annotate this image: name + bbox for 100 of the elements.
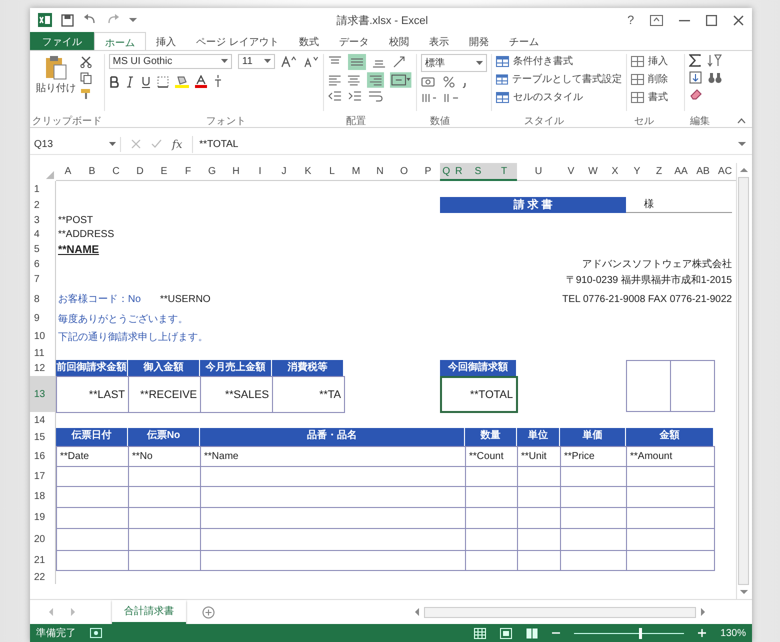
ribbon-tab[interactable]: 数式 <box>288 32 329 50</box>
column-header[interactable]: H <box>224 163 248 181</box>
shrink-font-icon[interactable] <box>303 56 319 68</box>
column-header[interactable]: X <box>604 163 626 181</box>
column-header[interactable]: AB <box>692 163 714 181</box>
scroll-thumb[interactable] <box>738 177 749 585</box>
row-header[interactable]: 20 <box>30 528 56 550</box>
help-button[interactable]: ? <box>627 13 634 27</box>
column-header[interactable]: N <box>368 163 392 181</box>
scroll-left-icon[interactable] <box>414 608 420 616</box>
scroll-up-icon[interactable] <box>740 167 748 173</box>
macro-record-icon[interactable] <box>90 628 102 638</box>
fill-color-icon[interactable] <box>174 75 189 88</box>
column-header[interactable]: C <box>104 163 128 181</box>
copy-icon[interactable] <box>80 72 92 84</box>
scissors-icon[interactable] <box>80 56 92 68</box>
page-layout-icon[interactable] <box>500 628 512 638</box>
row-header[interactable]: 14 <box>30 412 56 428</box>
row-header[interactable]: 11 <box>30 346 56 360</box>
cells-menu-item[interactable]: 挿入 <box>630 54 680 68</box>
column-header[interactable]: F <box>176 163 200 181</box>
page-break-icon[interactable] <box>526 628 538 638</box>
column-header[interactable]: W <box>582 163 604 181</box>
ribbon-display-icon[interactable] <box>650 14 663 26</box>
row-header[interactable]: 1 <box>30 181 56 197</box>
column-header[interactable]: I <box>248 163 272 181</box>
ribbon-tab[interactable]: データ <box>328 32 379 50</box>
name-box[interactable]: Q13 <box>30 136 121 152</box>
binoculars-icon[interactable] <box>708 72 722 84</box>
dropdown-icon[interactable] <box>129 17 137 23</box>
column-header[interactable]: S <box>465 163 491 181</box>
phonetic-icon[interactable] <box>212 75 223 88</box>
collapse-ribbon-icon[interactable] <box>737 118 746 124</box>
row-header[interactable]: 18 <box>30 486 56 507</box>
undo-icon[interactable] <box>83 14 97 26</box>
italic-icon[interactable] <box>124 76 135 88</box>
row-header[interactable]: 5 <box>30 242 56 257</box>
formula-field[interactable]: **TOTAL <box>192 136 728 152</box>
font-name-field[interactable]: MS UI Gothic <box>108 54 232 69</box>
maximize-icon[interactable] <box>706 14 717 26</box>
ribbon-tab[interactable]: ホーム <box>94 32 146 50</box>
row-header[interactable]: 19 <box>30 507 56 528</box>
bold-icon[interactable] <box>108 76 119 88</box>
font-color-icon[interactable] <box>194 75 207 88</box>
zoom-in-icon[interactable] <box>698 629 706 637</box>
expand-icon[interactable] <box>738 141 746 147</box>
increase-decimal-icon[interactable] <box>420 92 437 104</box>
number-format-field[interactable]: 標準 <box>420 54 487 72</box>
align-middle-icon[interactable] <box>348 54 366 70</box>
column-header[interactable]: E <box>152 163 176 181</box>
align-right-icon[interactable] <box>366 72 384 88</box>
ribbon-tab[interactable]: チーム <box>498 32 549 50</box>
row-header[interactable]: 21 <box>30 550 56 570</box>
orientation-icon[interactable] <box>392 56 406 68</box>
file-tab[interactable]: ファイル <box>30 32 94 50</box>
row-header[interactable]: 3 <box>30 213 56 227</box>
slider-thumb[interactable] <box>639 628 642 638</box>
column-header[interactable]: G <box>200 163 224 181</box>
column-header[interactable]: J <box>272 163 296 181</box>
scroll-thumb[interactable] <box>424 606 696 618</box>
column-header[interactable]: A <box>56 163 80 181</box>
eraser-icon[interactable] <box>689 88 704 100</box>
column-header[interactable]: AA <box>670 163 692 181</box>
row-header[interactable]: 16 <box>30 446 56 466</box>
sum-icon[interactable] <box>689 54 702 67</box>
fill-icon[interactable] <box>689 71 702 84</box>
styles-menu-item[interactable]: テーブルとして書式設定 <box>496 72 622 86</box>
sheet-tab[interactable]: 合計請求書 <box>112 600 186 624</box>
align-center-icon[interactable] <box>347 74 361 86</box>
close-icon[interactable] <box>733 14 744 26</box>
row-header[interactable]: 6 <box>30 257 56 271</box>
column-header[interactable]: K <box>296 163 320 181</box>
ribbon-tab[interactable]: 挿入 <box>146 32 186 50</box>
column-header[interactable]: L <box>320 163 344 181</box>
row-header[interactable]: 7 <box>30 271 56 288</box>
currency-icon[interactable] <box>420 76 437 88</box>
cells-menu-item[interactable]: 削除 <box>630 72 680 86</box>
styles-menu-item[interactable]: 条件付き書式 <box>496 54 622 68</box>
normal-view-icon[interactable] <box>474 628 486 638</box>
row-header[interactable]: 10 <box>30 327 56 346</box>
wrap-text-icon[interactable] <box>368 90 384 102</box>
decrease-decimal-icon[interactable] <box>442 92 459 104</box>
column-header[interactable]: Z <box>648 163 670 181</box>
percent-icon[interactable] <box>442 76 455 88</box>
row-header[interactable]: 9 <box>30 310 56 327</box>
row-header[interactable]: 17 <box>30 466 56 486</box>
table-cell[interactable]: **TOTAL <box>440 376 518 413</box>
insert-function-button[interactable]: fx <box>172 138 182 150</box>
ribbon-tab[interactable]: 校閲 <box>378 32 419 50</box>
row-header[interactable]: 4 <box>30 227 56 242</box>
check-icon[interactable] <box>151 139 162 149</box>
row-header[interactable]: 2 <box>30 197 56 213</box>
zoom-level[interactable]: 130% <box>720 628 746 638</box>
underline-icon[interactable] <box>140 76 151 88</box>
ribbon-tab[interactable]: 開発 <box>458 32 499 50</box>
scroll-right-icon[interactable] <box>700 608 706 616</box>
save-icon[interactable] <box>61 14 74 26</box>
font-size-field[interactable]: 11 <box>238 54 276 69</box>
ribbon-tab[interactable]: ページ レイアウト <box>186 32 289 50</box>
styles-menu-item[interactable]: セルのスタイル <box>496 90 622 104</box>
